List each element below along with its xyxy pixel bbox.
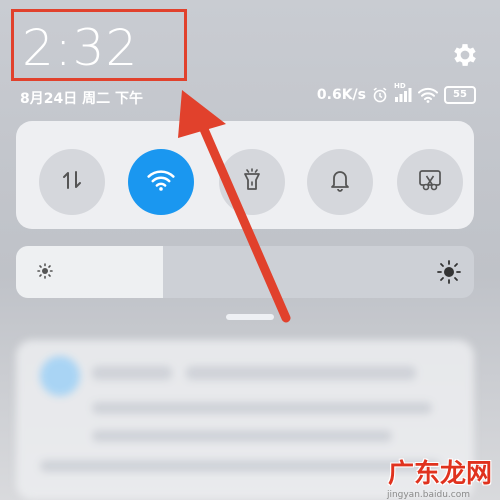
net-speed-label: 0.6K/s — [316, 87, 366, 103]
highlight-box — [11, 9, 187, 81]
screenshot-toggle[interactable] — [397, 149, 463, 215]
wifi-status-icon — [418, 87, 438, 103]
status-icons: 0.6K/s HD 55 — [316, 82, 476, 104]
mobile-data-toggle[interactable] — [39, 149, 105, 215]
hd-label: HD — [394, 82, 406, 90]
brightness-low-icon — [36, 262, 54, 284]
signal-icon: HD — [394, 82, 412, 102]
date-label: 8月24日 周二 下午 — [20, 91, 143, 107]
wifi-icon — [147, 169, 175, 195]
battery-indicator: 55 — [444, 86, 476, 104]
wifi-toggle[interactable] — [128, 149, 194, 215]
flashlight-toggle[interactable] — [219, 149, 285, 215]
app-icon — [40, 356, 80, 396]
watermark-subtitle: jingyan.baidu.com — [386, 490, 470, 500]
alarm-icon — [372, 87, 388, 103]
panel-drag-handle[interactable] — [226, 314, 274, 320]
bell-icon — [329, 168, 351, 196]
mobile-data-icon — [60, 168, 84, 196]
watermark-logo: 广东龙网 — [387, 459, 492, 489]
scissors-icon — [417, 168, 443, 196]
brightness-high-icon — [436, 259, 462, 289]
brightness-slider[interactable] — [16, 246, 474, 298]
flashlight-icon — [241, 168, 263, 196]
quick-settings-panel — [16, 121, 474, 229]
sound-toggle[interactable] — [307, 149, 373, 215]
settings-gear-icon[interactable] — [450, 40, 480, 70]
